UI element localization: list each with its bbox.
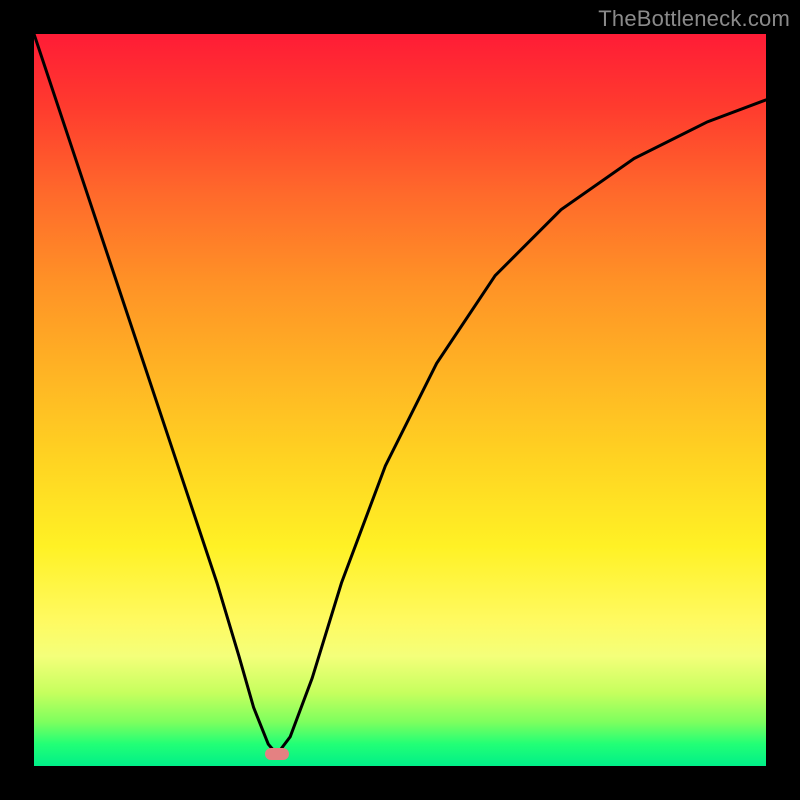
chart-frame: TheBottleneck.com — [0, 0, 800, 800]
watermark-text: TheBottleneck.com — [598, 6, 790, 32]
plot-area — [34, 34, 766, 766]
